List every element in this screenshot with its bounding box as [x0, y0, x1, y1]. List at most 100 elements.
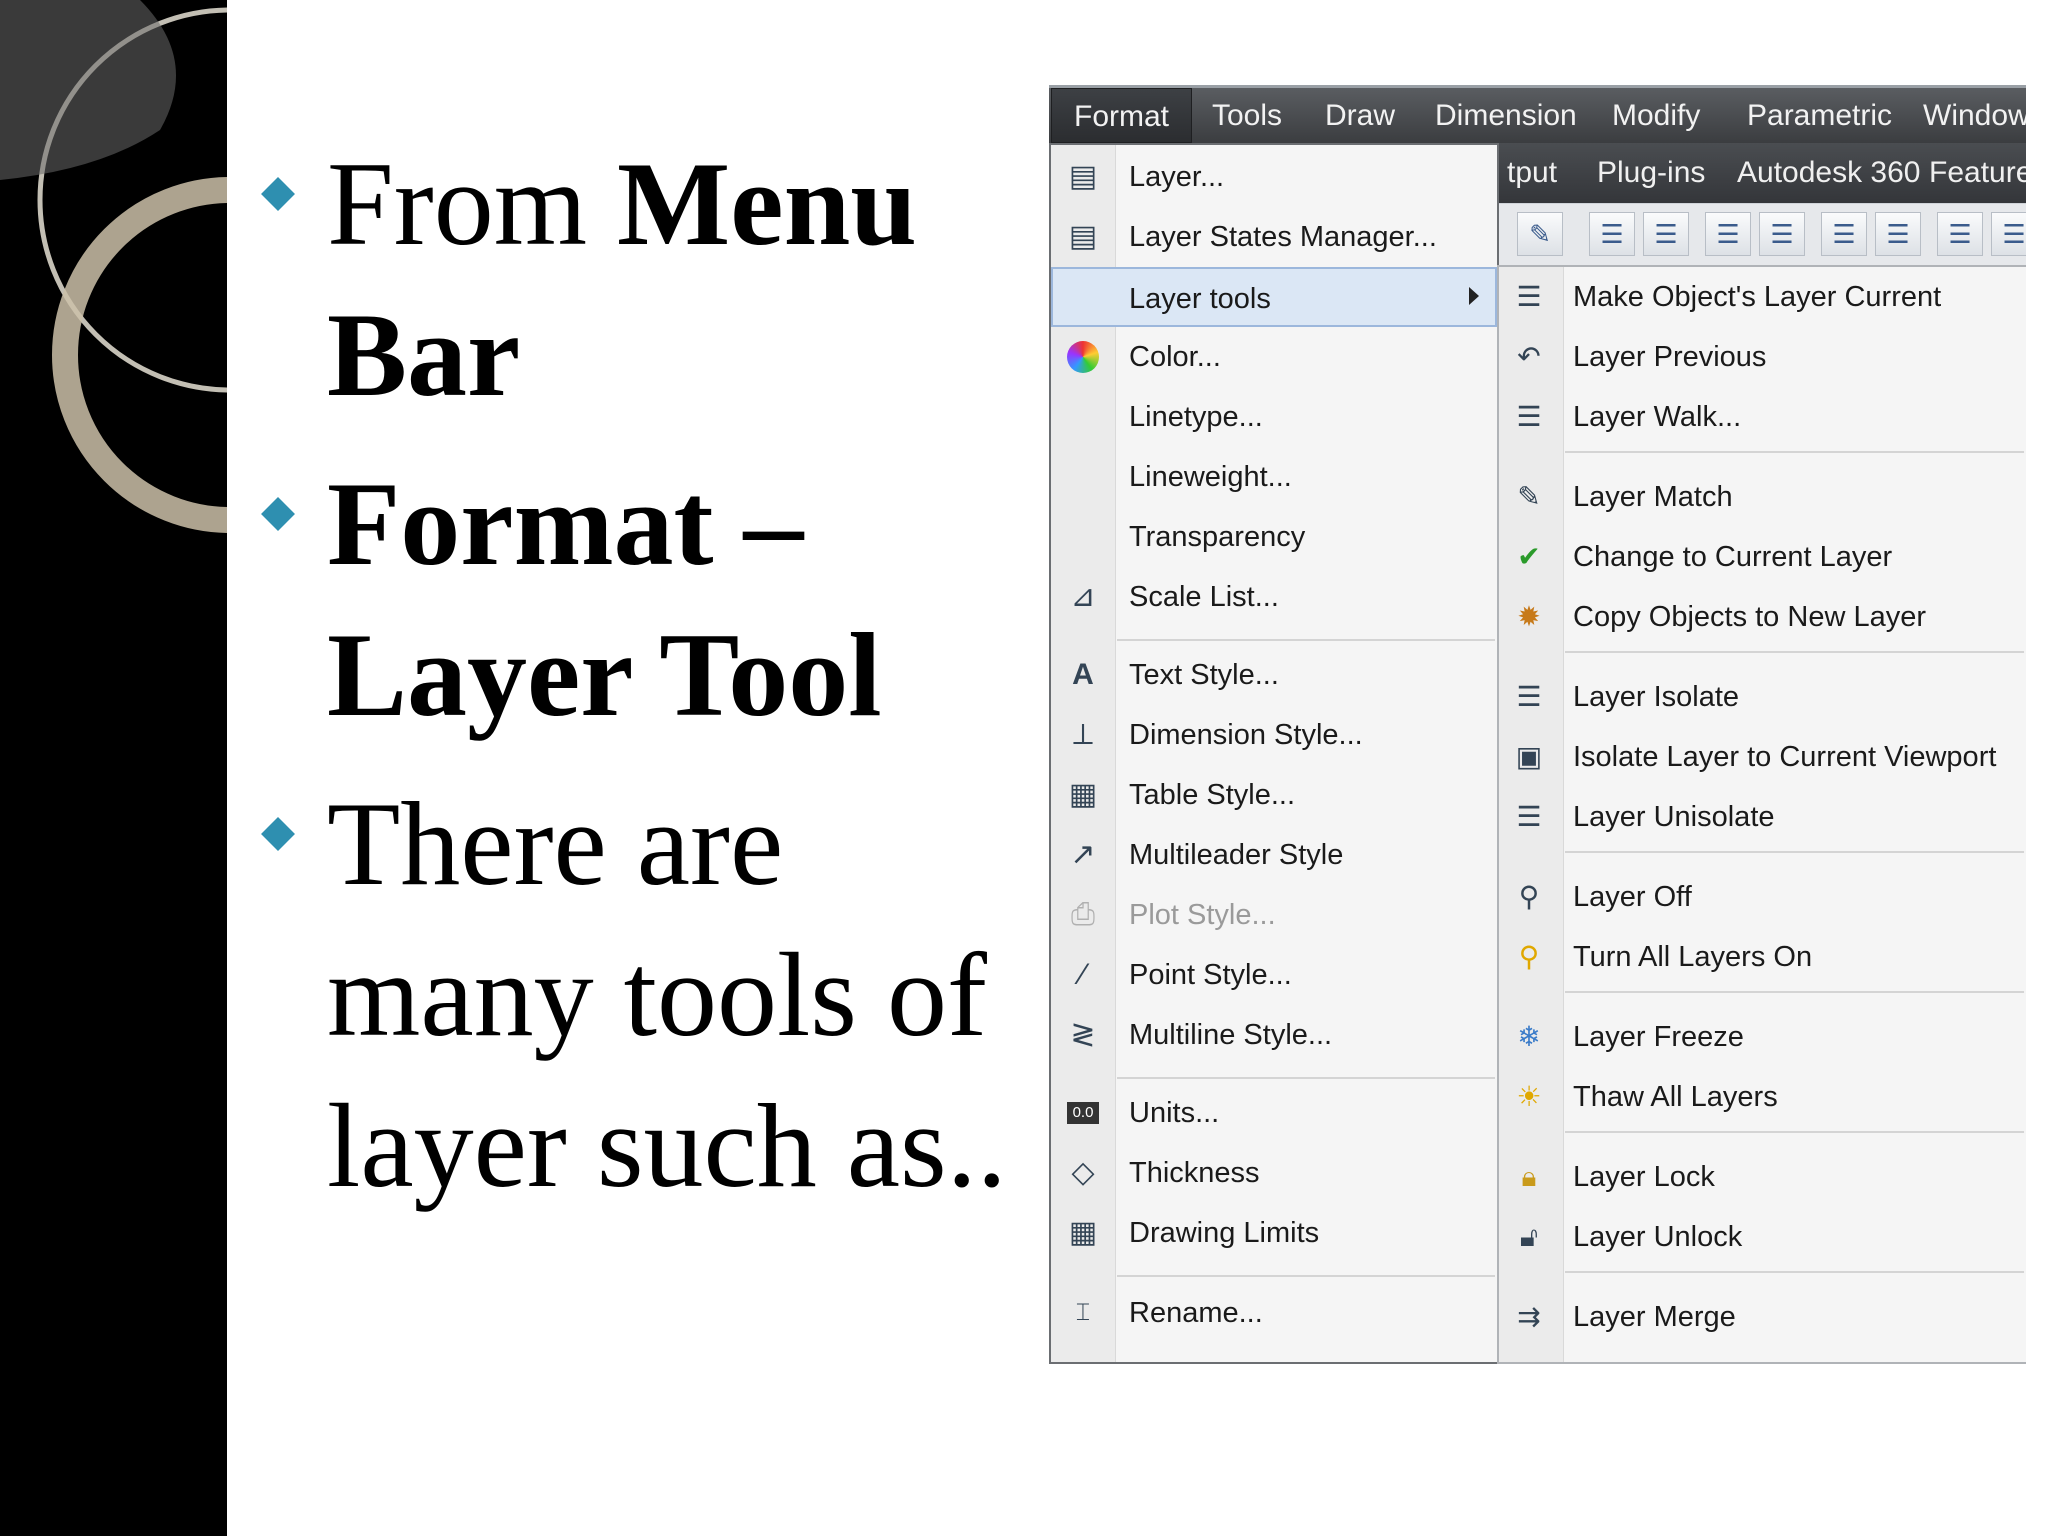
snowflake-icon: ❄	[1517, 1021, 1541, 1052]
menu-item-linetype[interactable]: Linetype...	[1051, 387, 1497, 447]
submenu-item-layer-lock[interactable]: 🔒︎ Layer Lock	[1499, 1147, 2024, 1207]
menu-item-rename[interactable]: ⌶ Rename...	[1051, 1283, 1497, 1343]
submenu-item-layer-merge[interactable]: ⇉ Layer Merge	[1499, 1287, 2024, 1347]
menu-item-multileader-style[interactable]: ↗ Multileader Style	[1051, 825, 1497, 885]
submenu-item-layer-match[interactable]: ✎ Layer Match	[1499, 467, 2024, 527]
menu-item-thickness[interactable]: ◇ Thickness	[1051, 1143, 1497, 1203]
menu-item-label: Layer tools	[1129, 283, 1271, 315]
menu-parametric[interactable]: Parametric	[1747, 88, 1892, 143]
menu-item-drawing-limits[interactable]: ▦ Drawing Limits	[1051, 1203, 1497, 1263]
submenu-item-layer-previous[interactable]: ↶ Layer Previous	[1499, 327, 2024, 387]
layer-tool-icon[interactable]: ☰	[1821, 212, 1867, 256]
menu-item-label: Transparency	[1129, 521, 1306, 553]
diamond-bullet-icon	[261, 177, 295, 211]
submenu-item-label: Make Object's Layer Current	[1573, 281, 1942, 313]
ribbon-tab-output[interactable]: tput	[1507, 143, 1557, 203]
diamond-bullet-icon	[261, 817, 295, 851]
menu-item-units[interactable]: 0.0 Units...	[1051, 1083, 1497, 1143]
submenu-separator	[1565, 991, 2024, 993]
unlock-icon: 🔓︎	[1519, 1221, 1539, 1252]
layer-tool-icon[interactable]: ☰	[1875, 212, 1921, 256]
menu-item-label: Dimension Style...	[1129, 719, 1363, 751]
layer-isolate-icon: ☰	[1516, 681, 1542, 712]
diamond-bullet-icon	[261, 497, 295, 531]
submenu-separator	[1565, 851, 2024, 853]
menu-separator	[1117, 639, 1495, 641]
menu-item-layer-tools[interactable]: Layer tools	[1051, 267, 1497, 327]
menu-item-text-style[interactable]: A Text Style...	[1051, 645, 1497, 705]
submenu-item-copy-objects-to-new-layer[interactable]: ✹ Copy Objects to New Layer	[1499, 587, 2024, 647]
menu-item-layer-states-manager[interactable]: ▤ Layer States Manager...	[1051, 207, 1497, 267]
menu-item-point-style[interactable]: ⁄ Point Style...	[1051, 945, 1497, 1005]
submenu-item-label: Turn All Layers On	[1573, 941, 1813, 973]
menu-item-label: Layer States Manager...	[1129, 221, 1437, 253]
layer-tool-icon[interactable]: ☰	[1991, 212, 2026, 256]
menu-tools[interactable]: Tools	[1212, 88, 1282, 143]
ribbon-tab-plugins[interactable]: Plug-ins	[1597, 143, 1705, 203]
submenu-item-make-objects-layer-current[interactable]: ☰ Make Object's Layer Current	[1499, 267, 2024, 327]
menu-format[interactable]: Format	[1051, 88, 1193, 143]
format-menu-dropdown: ▤ Layer... ▤ Layer States Manager... Lay…	[1049, 143, 1499, 1364]
menu-item-dimension-style[interactable]: ⟂ Dimension Style...	[1051, 705, 1497, 765]
menu-item-label: Thickness	[1129, 1157, 1260, 1189]
submenu-item-layer-walk[interactable]: ☰ Layer Walk...	[1499, 387, 2024, 447]
submenu-item-layer-isolate[interactable]: ☰ Layer Isolate	[1499, 667, 2024, 727]
submenu-item-label: Layer Walk...	[1573, 401, 1742, 433]
units-icon: 0.0	[1067, 1102, 1099, 1124]
bullet-1: From Menu Bar	[261, 128, 1022, 430]
submenu-item-turn-all-layers-on[interactable]: ⚲ Turn All Layers On	[1499, 927, 2024, 987]
menu-item-scale-list[interactable]: ⊿ Scale List...	[1051, 567, 1497, 627]
submenu-item-change-to-current-layer[interactable]: ✔ Change to Current Layer	[1499, 527, 2024, 587]
submenu-item-layer-unlock[interactable]: 🔓︎ Layer Unlock	[1499, 1207, 2024, 1267]
submenu-item-label: Layer Freeze	[1573, 1021, 1744, 1053]
multileader-style-icon: ↗	[1070, 838, 1096, 871]
scale-list-icon: ⊿	[1070, 580, 1096, 613]
menu-item-lineweight[interactable]: Lineweight...	[1051, 447, 1497, 507]
copy-objects-icon: ✹	[1517, 601, 1541, 632]
menu-item-label: Linetype...	[1129, 401, 1263, 433]
viewport-icon: ▣	[1515, 741, 1543, 772]
menu-item-label: Units...	[1129, 1097, 1220, 1129]
ribbon-tab-autodesk-360[interactable]: Autodesk 360	[1737, 143, 1920, 203]
lightbulb-on-icon: ⚲	[1518, 941, 1540, 972]
bullet-3-text: There are many tools of layer such as..	[327, 777, 1007, 1212]
submenu-item-label: Copy Objects to New Layer	[1573, 601, 1926, 633]
ribbon-tab-featured[interactable]: Featured	[1929, 143, 2026, 203]
submenu-item-layer-freeze[interactable]: ❄ Layer Freeze	[1499, 1007, 2024, 1067]
layer-match-icon: ✎	[1517, 481, 1541, 512]
menu-window[interactable]: Window	[1923, 88, 2026, 143]
menu-item-label: Lineweight...	[1129, 461, 1292, 493]
menu-modify[interactable]: Modify	[1612, 88, 1700, 143]
submenu-item-label: Thaw All Layers	[1573, 1081, 1778, 1113]
layer-icon: ▤	[1068, 160, 1098, 193]
layer-tool-icon[interactable]: ☰	[1759, 212, 1805, 256]
menu-item-layer[interactable]: ▤ Layer...	[1051, 147, 1497, 207]
menu-item-transparency[interactable]: Transparency	[1051, 507, 1497, 567]
menu-draw[interactable]: Draw	[1325, 88, 1395, 143]
layer-merge-icon: ⇉	[1517, 1301, 1541, 1332]
rename-icon: ⌶	[1075, 1299, 1091, 1326]
layer-tool-icon[interactable]: ☰	[1643, 212, 1689, 256]
menu-dimension[interactable]: Dimension	[1435, 88, 1577, 143]
multiline-style-icon: ≷	[1070, 1018, 1096, 1051]
match-brush-icon[interactable]: ✎	[1517, 212, 1563, 256]
menu-item-color[interactable]: Color...	[1051, 327, 1497, 387]
drawing-limits-icon: ▦	[1068, 1216, 1098, 1249]
layer-tool-icon[interactable]: ☰	[1705, 212, 1751, 256]
submenu-item-label: Layer Match	[1573, 481, 1733, 513]
submenu-item-label: Layer Previous	[1573, 341, 1767, 373]
submenu-item-layer-off[interactable]: ⚲ Layer Off	[1499, 867, 2024, 927]
submenu-item-layer-unisolate[interactable]: ☰ Layer Unisolate	[1499, 787, 2024, 847]
menu-item-label: Scale List...	[1129, 581, 1279, 613]
layer-tools-submenu: ☰ Make Object's Layer Current ↶ Layer Pr…	[1497, 265, 2026, 1364]
layer-tool-icon[interactable]: ☰	[1937, 212, 1983, 256]
plot-style-icon: ⎙	[1071, 898, 1095, 931]
layer-tool-icon[interactable]: ☰	[1589, 212, 1635, 256]
menu-item-table-style[interactable]: ▦ Table Style...	[1051, 765, 1497, 825]
bullet-2-text: Format – Layer Tool	[327, 457, 882, 741]
menu-item-multiline-style[interactable]: ≷ Multiline Style...	[1051, 1005, 1497, 1065]
submenu-item-isolate-layer-to-current-viewport[interactable]: ▣ Isolate Layer to Current Viewport	[1499, 727, 2024, 787]
decorative-rings	[0, 0, 227, 533]
submenu-item-label: Layer Unisolate	[1573, 801, 1775, 833]
submenu-item-thaw-all-layers[interactable]: ☀ Thaw All Layers	[1499, 1067, 2024, 1127]
